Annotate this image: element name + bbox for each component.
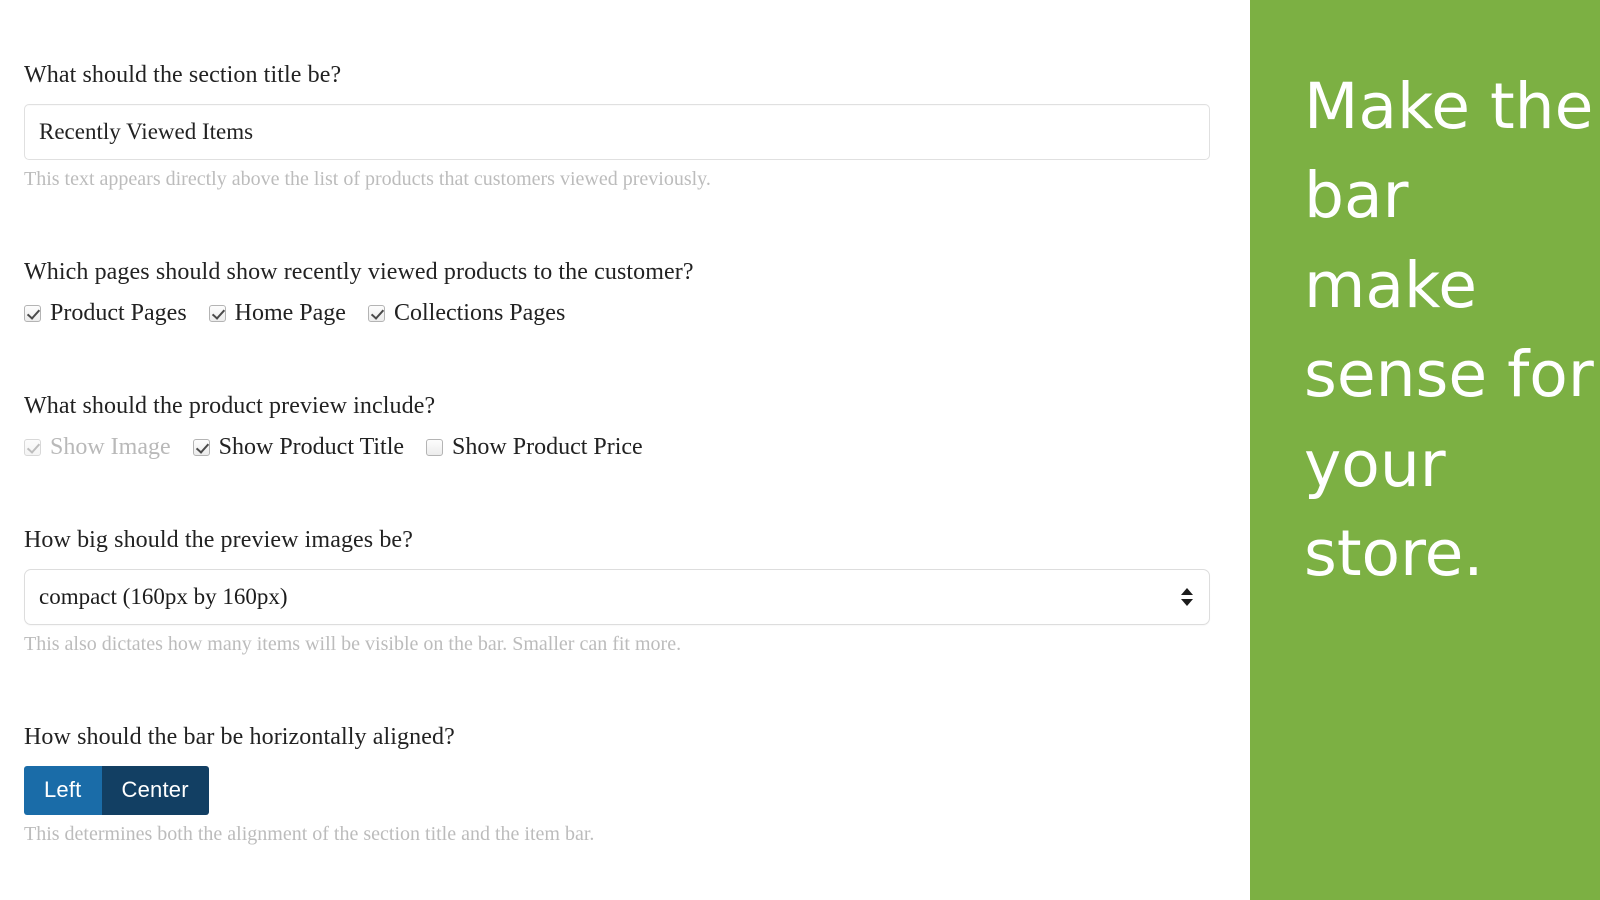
field-section-title: What should the section title be? This t… — [24, 60, 1250, 191]
align-left-button[interactable]: Left — [24, 766, 102, 815]
checkbox-label-show-image: Show Image — [50, 435, 171, 459]
alignment-help: This determines both the alignment of th… — [24, 822, 1250, 846]
checkbox-item-collections-pages[interactable]: Collections Pages — [368, 301, 565, 325]
alignment-question: How should the bar be horizontally align… — [24, 722, 1250, 752]
pages-question: Which pages should show recently viewed … — [24, 257, 1250, 287]
image-size-select[interactable]: compact (160px by 160px) — [24, 569, 1210, 625]
checkbox-collections-pages[interactable] — [368, 305, 385, 322]
align-center-button[interactable]: Center — [102, 766, 209, 815]
settings-form-panel: What should the section title be? This t… — [0, 0, 1250, 900]
checkbox-home-page[interactable] — [209, 305, 226, 322]
field-image-size: How big should the preview images be? co… — [24, 525, 1250, 656]
checkbox-show-image — [24, 439, 41, 456]
spacer — [24, 487, 1250, 525]
field-pages: Which pages should show recently viewed … — [24, 257, 1250, 325]
pages-checkbox-group: Product Pages Home Page Collections Page… — [24, 301, 1250, 325]
spacer — [24, 684, 1250, 722]
image-size-select-wrap: compact (160px by 160px) — [24, 569, 1210, 625]
checkbox-item-home-page[interactable]: Home Page — [209, 301, 346, 325]
image-size-selected-value: compact (160px by 160px) — [39, 584, 287, 610]
image-size-help: This also dictates how many items will b… — [24, 632, 1250, 656]
promo-panel: Make the bar make sense for your store. — [1250, 0, 1600, 900]
image-size-question: How big should the preview images be? — [24, 525, 1250, 555]
checkbox-item-show-product-price[interactable]: Show Product Price — [426, 435, 643, 459]
spacer — [24, 219, 1250, 257]
checkbox-product-pages[interactable] — [24, 305, 41, 322]
checkbox-show-product-title[interactable] — [193, 439, 210, 456]
promo-headline: Make the bar make sense for your store. — [1304, 62, 1600, 599]
checkbox-label-home-page: Home Page — [235, 301, 346, 325]
checkbox-show-product-price[interactable] — [426, 439, 443, 456]
field-alignment: How should the bar be horizontally align… — [24, 722, 1250, 846]
alignment-button-group: Left Center — [24, 766, 209, 815]
checkbox-label-product-pages: Product Pages — [50, 301, 187, 325]
section-title-help: This text appears directly above the lis… — [24, 167, 1250, 191]
settings-page: What should the section title be? This t… — [0, 0, 1600, 900]
spacer — [24, 353, 1250, 391]
checkbox-label-show-product-title: Show Product Title — [219, 435, 404, 459]
checkbox-label-collections-pages: Collections Pages — [394, 301, 565, 325]
section-title-input[interactable] — [24, 104, 1210, 160]
checkbox-label-show-product-price: Show Product Price — [452, 435, 643, 459]
checkbox-item-product-pages[interactable]: Product Pages — [24, 301, 187, 325]
field-preview-includes: What should the product preview include?… — [24, 391, 1250, 459]
checkbox-item-show-product-title[interactable]: Show Product Title — [193, 435, 404, 459]
preview-question: What should the product preview include? — [24, 391, 1250, 421]
preview-checkbox-group: Show Image Show Product Title Show Produ… — [24, 435, 1250, 459]
section-title-question: What should the section title be? — [24, 60, 1250, 90]
checkbox-item-show-image: Show Image — [24, 435, 171, 459]
